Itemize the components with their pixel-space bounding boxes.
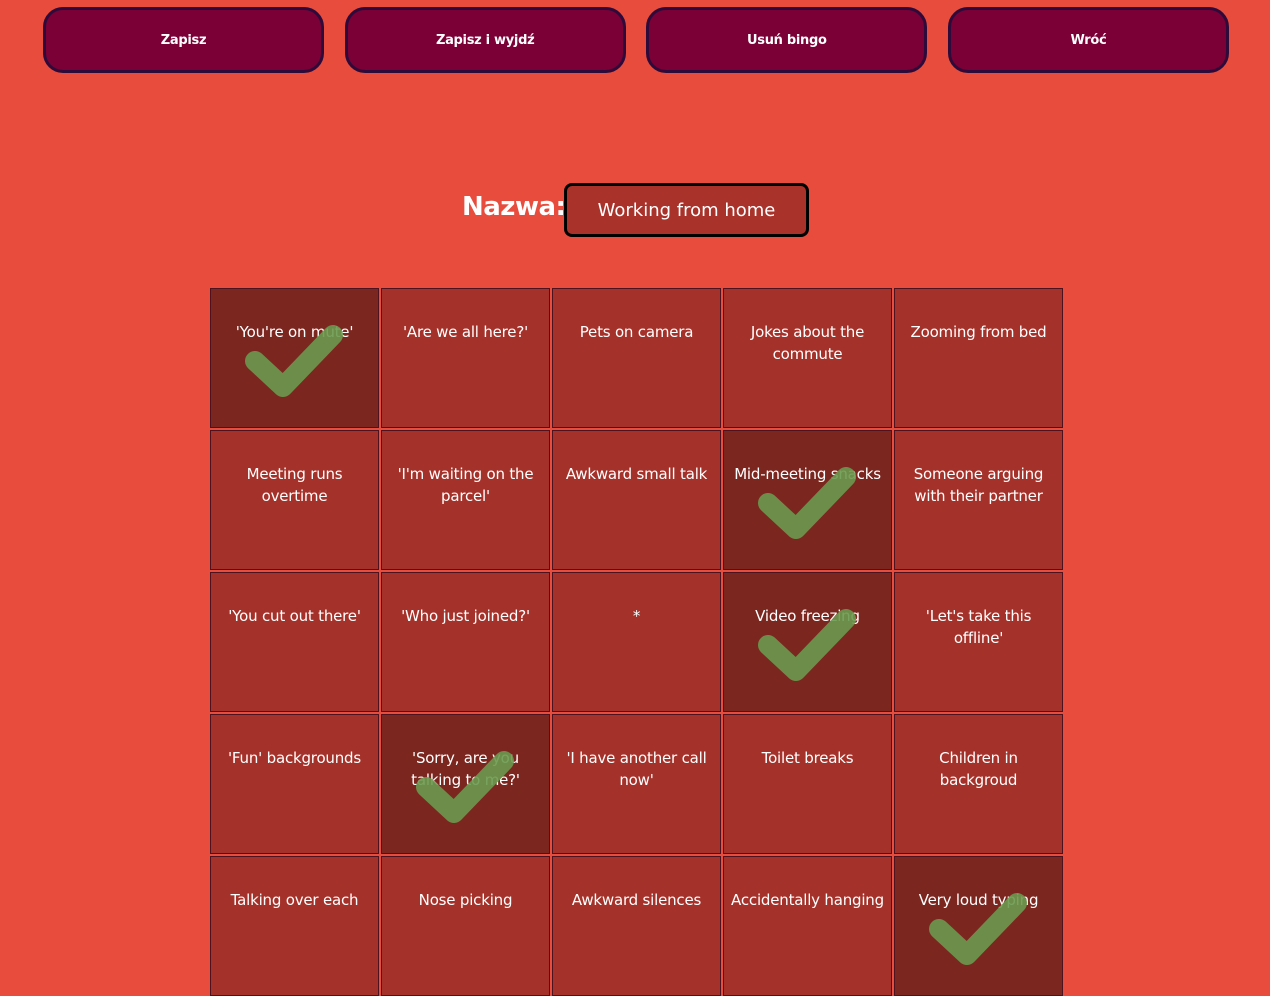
bingo-cell[interactable]: Awkward silences — [552, 856, 721, 996]
delete-bingo-button[interactable]: Usuń bingo — [646, 7, 928, 73]
bingo-cell[interactable]: 'Fun' backgrounds — [210, 714, 379, 854]
bingo-cell-text: 'Let's take this offline' — [925, 607, 1032, 647]
bingo-cell-text: Talking over each — [230, 891, 359, 909]
bingo-cell-text: Mid-meeting snacks — [734, 465, 881, 483]
bingo-cell[interactable]: Video freezing — [723, 572, 892, 712]
bingo-cell-text: 'I'm waiting on the parcel' — [397, 465, 534, 505]
back-button[interactable]: Wróć — [947, 7, 1229, 73]
bingo-cell-text: Very loud typing — [918, 891, 1039, 909]
save-and-exit-button[interactable]: Zapisz i wyjdź — [344, 7, 626, 73]
bingo-cell[interactable]: Awkward small talk — [552, 430, 721, 570]
bingo-cell[interactable]: Very loud typing — [894, 856, 1063, 996]
bingo-cell[interactable]: Jokes about the commute — [723, 288, 892, 428]
bingo-cell-text: Awkward silences — [571, 891, 702, 909]
bingo-board: 'You're on mute' 'Are we all here?' Pets o… — [210, 288, 1063, 996]
bingo-cell[interactable]: Mid-meeting snacks — [723, 430, 892, 570]
bingo-cell-text: Jokes about the commute — [750, 323, 865, 363]
bingo-cell-text: Zooming from bed — [910, 323, 1047, 341]
bingo-cell-text: * — [632, 607, 641, 625]
toolbar: Zapisz Zapisz i wyjdź Usuń bingo Wróć — [43, 7, 1229, 73]
bingo-cell-text: Meeting runs overtime — [246, 465, 343, 505]
bingo-cell-text: 'Sorry, are you talking to me?' — [411, 749, 520, 789]
bingo-name-input[interactable] — [564, 183, 809, 237]
bingo-cell[interactable]: 'Who just joined?' — [381, 572, 550, 712]
bingo-cell[interactable]: 'Sorry, are you talking to me?' — [381, 714, 550, 854]
bingo-cell[interactable]: Meeting runs overtime — [210, 430, 379, 570]
bingo-cell[interactable]: 'Are we all here?' — [381, 288, 550, 428]
bingo-cell[interactable]: Toilet breaks — [723, 714, 892, 854]
bingo-cell[interactable]: * — [552, 572, 721, 712]
bingo-cell-text: Toilet breaks — [761, 749, 854, 767]
bingo-cell-text: 'Fun' backgrounds — [228, 749, 361, 767]
bingo-cell[interactable]: 'You cut out there' — [210, 572, 379, 712]
bingo-cell-text: 'You cut out there' — [228, 607, 361, 625]
bingo-cell[interactable]: Pets on camera — [552, 288, 721, 428]
bingo-cell-text: Awkward small talk — [565, 465, 708, 483]
bingo-cell-text: 'You're on mute' — [235, 323, 354, 341]
bingo-cell[interactable]: 'Let's take this offline' — [894, 572, 1063, 712]
bingo-cell-text: Nose picking — [418, 891, 513, 909]
name-label: Nazwa: — [462, 192, 566, 222]
bingo-cell[interactable]: 'You're on mute' — [210, 288, 379, 428]
bingo-cell-text: 'Who just joined?' — [401, 607, 530, 625]
bingo-cell-text: 'Are we all here?' — [402, 323, 529, 341]
save-button[interactable]: Zapisz — [43, 7, 324, 73]
bingo-cell-text: Someone arguing with their partner — [913, 465, 1044, 505]
bingo-cell[interactable]: 'I'm waiting on the parcel' — [381, 430, 550, 570]
bingo-cell[interactable]: Talking over each — [210, 856, 379, 996]
bingo-cell[interactable]: Children in backgroud — [894, 714, 1063, 854]
bingo-cell[interactable]: 'I have another call now' — [552, 714, 721, 854]
bingo-cell[interactable]: Zooming from bed — [894, 288, 1063, 428]
bingo-cell-text: 'I have another call now' — [566, 749, 707, 789]
bingo-cell[interactable]: Accidentally hanging — [723, 856, 892, 996]
bingo-cell-text: Pets on camera — [579, 323, 694, 341]
bingo-cell[interactable]: Someone arguing with their partner — [894, 430, 1063, 570]
name-row: Nazwa: — [0, 183, 1270, 237]
bingo-cell-text: Children in backgroud — [939, 749, 1018, 789]
bingo-cell[interactable]: Nose picking — [381, 856, 550, 996]
bingo-cell-text: Video freezing — [755, 607, 860, 625]
bingo-cell-text: Accidentally hanging — [731, 891, 884, 909]
